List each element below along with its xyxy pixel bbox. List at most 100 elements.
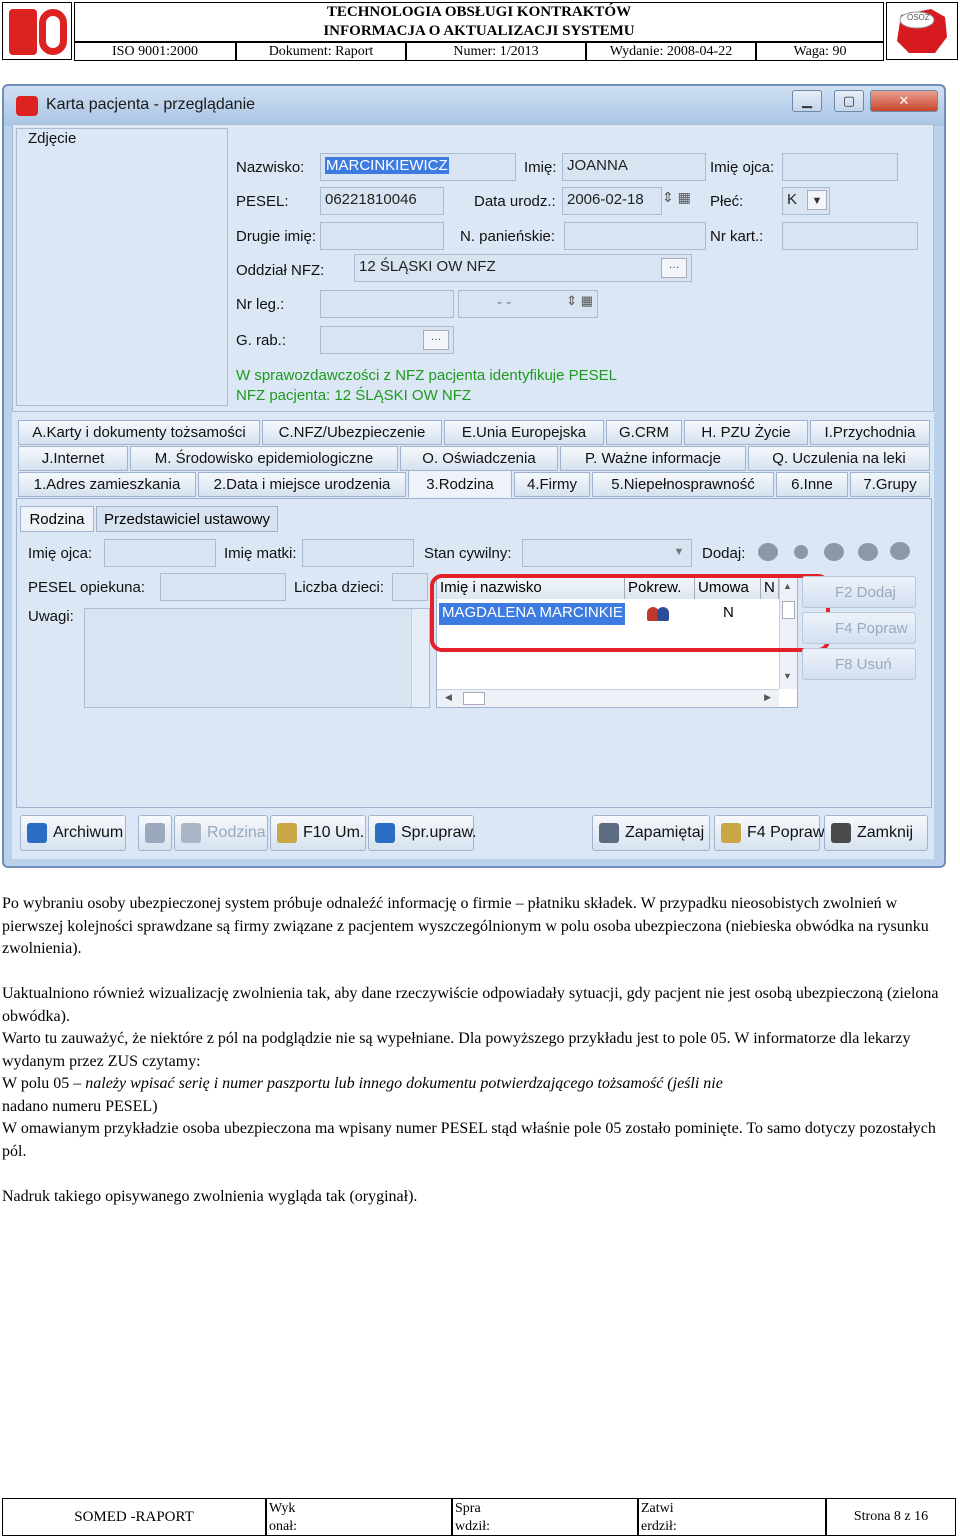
paragraph-4: W polu 05 – należy wpisać serię i numer … xyxy=(2,1075,723,1115)
uwagi-label: Uwagi: xyxy=(28,608,74,625)
paragraph-6: Nadruk takiego opisywanego zwolnienia wy… xyxy=(2,1188,418,1205)
stan-cywilny-label: Stan cywilny: xyxy=(424,545,512,562)
nazwisko-value: MARCINKIEWICZ xyxy=(325,157,449,174)
tab-inne[interactable]: 6.Inne xyxy=(776,472,848,497)
window-titlebar[interactable]: Karta pacjenta - przeglądanie ▁ ▢ ✕ xyxy=(4,86,944,126)
tab-srodowisko[interactable]: M. Środowisko epidemiologiczne xyxy=(130,446,398,471)
tab-karty[interactable]: A.Karty i dokumenty tożsamości xyxy=(18,420,260,445)
tab-rodzina[interactable]: 3.Rodzina xyxy=(408,470,512,498)
footer-page: Strona 8 z 16 xyxy=(826,1498,956,1536)
app-icon xyxy=(16,96,38,116)
add-family-icon[interactable] xyxy=(858,543,878,561)
footer-zatwierdzil: Zatwi erdził: xyxy=(638,1498,826,1536)
subtab-przedstawiciel[interactable]: Przedstawiciel ustawowy xyxy=(96,506,278,532)
minimize-button[interactable]: ▁ xyxy=(792,90,822,112)
drugie-imie-field[interactable] xyxy=(320,222,444,250)
tab-niepelnosprawnosc[interactable]: 5.Niepełnosprawność xyxy=(592,472,774,497)
add-person-icon[interactable] xyxy=(794,545,808,559)
pesel-opiekuna-field[interactable] xyxy=(160,573,286,601)
tab-unia[interactable]: E.Unia Europejska xyxy=(444,420,604,445)
stan-cywilny-select[interactable]: ▼ xyxy=(522,539,692,567)
plec-select[interactable]: K ▼ xyxy=(782,187,830,215)
footer-sprawdzil: Spra wdził: xyxy=(452,1498,638,1536)
date-spinner-calendar-icon[interactable]: ⇕ ▦ xyxy=(662,189,702,213)
tab-nfz[interactable]: C.NFZ/Ubezpieczenie xyxy=(262,420,442,445)
add-unknown-person-icon[interactable] xyxy=(890,542,910,560)
rodzina-button[interactable]: Rodzina xyxy=(174,815,268,851)
zapamietaj-button[interactable]: Zapamiętaj xyxy=(592,815,710,851)
tab-data-miejsce[interactable]: 2.Data i miejsce urodzenia xyxy=(198,472,406,497)
tab-crm[interactable]: G.CRM xyxy=(606,420,682,445)
calendar-icon[interactable]: ⇕ ▦ xyxy=(566,293,593,309)
header-edition: Wydanie: 2008-04-22 xyxy=(586,42,756,61)
tab-grupy[interactable]: 7.Grupy xyxy=(850,472,930,497)
n-panienskie-label: N. panieńskie: xyxy=(460,228,556,245)
data-urodz-field[interactable]: 2006-02-18 xyxy=(562,187,662,215)
nr-kart-field[interactable] xyxy=(782,222,918,250)
oddzial-field[interactable]: 12 ŚLĄSKI OW NFZ… xyxy=(354,254,692,282)
uwagi-textarea[interactable] xyxy=(84,608,430,708)
subtab-rodzina[interactable]: Rodzina xyxy=(20,506,94,532)
chevron-down-icon[interactable]: ▼ xyxy=(807,190,827,210)
add-group-icon[interactable] xyxy=(824,543,844,561)
window-title: Karta pacjenta - przeglądanie xyxy=(46,96,256,113)
tab-firmy[interactable]: 4.Firmy xyxy=(514,472,590,497)
fam-imie-matki-field[interactable] xyxy=(302,539,414,567)
archive-icon xyxy=(27,823,47,843)
plec-label: Płeć: xyxy=(710,193,744,210)
tab-pzu[interactable]: H. PZU Życie xyxy=(684,420,808,445)
spr-upraw-button[interactable]: Spr.upraw. xyxy=(368,815,477,851)
data-urodz-label: Data urodz.: xyxy=(474,193,556,210)
imie-label: Imię: xyxy=(524,159,557,176)
f4-popraw-button[interactable]: F4 Popraw xyxy=(714,815,824,851)
chevron-down-icon[interactable]: ▼ xyxy=(669,542,689,562)
edit-icon xyxy=(721,823,741,843)
fam-imie-ojca-label: Imię ojca: xyxy=(28,545,93,562)
tab-wazne[interactable]: P. Ważne informacje xyxy=(560,446,746,471)
nr-leg-label: Nr leg.: xyxy=(236,296,285,313)
imie-ojca-field[interactable] xyxy=(782,153,898,181)
scroll-left-icon: ◀ xyxy=(445,692,452,702)
document-footer: SOMED -RAPORT Wyk onał: Spra wdził: Zatw… xyxy=(2,1498,956,1536)
ellipsis-icon[interactable]: … xyxy=(661,258,687,278)
ewus-icon xyxy=(375,823,395,843)
tab-adres[interactable]: 1.Adres zamieszkania xyxy=(18,472,196,497)
scroll-down-icon: ▼ xyxy=(783,671,792,681)
zamknij-button[interactable]: Zamknij xyxy=(824,815,928,851)
tab-przychodnia[interactable]: I.Przychodnia xyxy=(810,420,930,445)
liczba-dzieci-label: Liczba dzieci: xyxy=(294,579,385,596)
uwagi-scrollbar[interactable] xyxy=(411,609,429,707)
tab-uczulenia[interactable]: Q. Uczulenia na leki xyxy=(748,446,930,471)
nazwisko-field[interactable]: MARCINKIEWICZ xyxy=(320,153,516,181)
f4-popraw-side-button[interactable]: F4 Popraw xyxy=(802,612,916,644)
red-highlight-outline xyxy=(430,574,830,652)
imie-field[interactable]: JOANNA xyxy=(562,153,706,181)
close-button[interactable]: ✕ xyxy=(870,90,938,112)
family-icon xyxy=(181,823,201,843)
save-icon xyxy=(599,823,619,843)
maximize-button[interactable]: ▢ xyxy=(834,90,864,112)
add-persons-icon[interactable] xyxy=(758,543,778,561)
paragraph-2: Uaktualniono również wizualizację zwolni… xyxy=(2,985,939,1025)
pesel-field[interactable]: 06221810046 xyxy=(320,187,444,215)
ellipsis-icon[interactable]: … xyxy=(423,330,449,350)
nr-leg-field[interactable] xyxy=(320,290,454,318)
g-rab-field[interactable]: … xyxy=(320,326,454,354)
ks-logo xyxy=(2,2,72,60)
nr-kart-label: Nr kart.: xyxy=(710,228,764,245)
tab-oswiadczenia[interactable]: O. Oświadczenia xyxy=(400,446,558,471)
fam-imie-ojca-field[interactable] xyxy=(104,539,216,567)
paragraph-5: W omawianym przykładzie osoba ubezpieczo… xyxy=(2,1120,936,1160)
f2-dodaj-button[interactable]: F2 Dodaj xyxy=(802,576,916,608)
edit-note-button[interactable] xyxy=(138,815,172,851)
archiwum-button[interactable]: Archiwum xyxy=(20,815,126,851)
tab-internet[interactable]: J.Internet xyxy=(18,446,128,471)
dodaj-label: Dodaj: xyxy=(702,545,746,562)
header-document: Dokument: Raport xyxy=(236,42,406,61)
nr-leg-date-field[interactable]: - - ⇕ ▦ xyxy=(458,290,598,318)
f10-um-button[interactable]: F10 Um. xyxy=(270,815,366,851)
grid-horizontal-scrollbar[interactable]: ◀ ▶ xyxy=(437,689,779,707)
n-panienskie-field[interactable] xyxy=(564,222,706,250)
liczba-dzieci-field[interactable] xyxy=(392,573,428,601)
f8-usun-button[interactable]: F8 Usuń xyxy=(802,648,916,680)
